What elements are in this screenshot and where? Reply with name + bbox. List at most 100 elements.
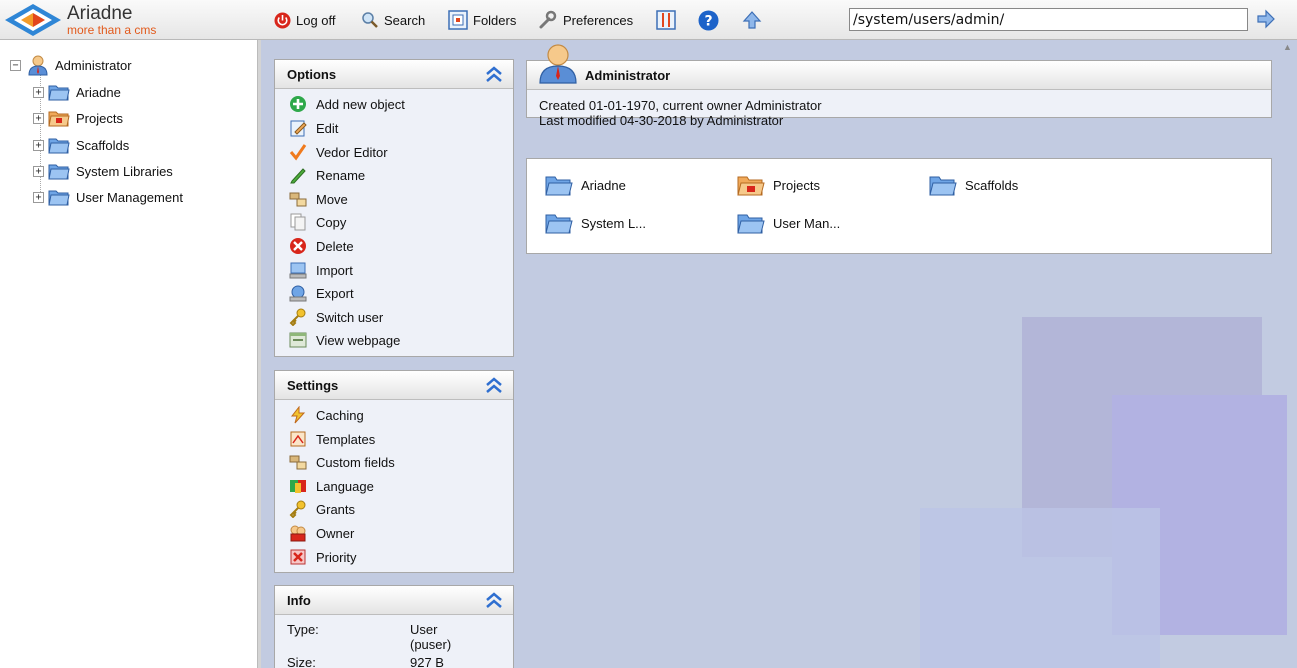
collapse-icon[interactable] xyxy=(485,376,503,394)
tree-item-user-management[interactable]: + User Management xyxy=(33,187,183,207)
import-button[interactable]: Import xyxy=(289,260,353,280)
tree-root[interactable]: − Administrator xyxy=(10,55,132,76)
menu-label: View webpage xyxy=(316,332,401,348)
address-input[interactable] xyxy=(849,8,1248,31)
projects-folder-icon xyxy=(48,111,70,127)
templates-button[interactable]: Templates xyxy=(289,429,375,449)
menu-label: Vedor Editor xyxy=(316,144,388,160)
custom-fields-button[interactable]: Custom fields xyxy=(289,452,395,472)
search-button[interactable]: Search xyxy=(361,9,425,31)
folder-icon xyxy=(929,176,957,196)
collapse-icon[interactable] xyxy=(485,591,503,609)
menu-label: Switch user xyxy=(316,309,384,325)
frames-button[interactable] xyxy=(656,9,676,31)
menu-label: Copy xyxy=(316,214,347,230)
scroll-up-arrow-icon[interactable]: ▲ xyxy=(1283,42,1295,54)
rename-button[interactable]: Rename xyxy=(289,165,365,185)
webpage-icon xyxy=(289,332,307,348)
switch-user-button[interactable]: Switch user xyxy=(289,307,383,327)
tree-item-label: System Libraries xyxy=(76,163,173,179)
move-button[interactable]: Move xyxy=(289,189,348,209)
expand-toggle[interactable]: + xyxy=(33,139,44,151)
expand-toggle[interactable]: + xyxy=(33,165,44,177)
tree-item-system-libraries[interactable]: + System Libraries xyxy=(33,161,173,181)
export-icon xyxy=(289,285,307,302)
export-button[interactable]: Export xyxy=(289,283,354,303)
view-webpage-button[interactable]: View webpage xyxy=(289,330,400,350)
vedor-editor-button[interactable]: Vedor Editor xyxy=(289,142,388,162)
object-modified: Last modified 04-30-2018 by Administrato… xyxy=(539,113,784,128)
info-title: Info xyxy=(287,592,311,608)
tree-item-projects[interactable]: + Projects xyxy=(33,108,123,128)
menu-label: Add new object xyxy=(316,96,405,112)
delete-button[interactable]: Delete xyxy=(289,236,354,256)
search-label: Search xyxy=(384,12,426,28)
language-button[interactable]: Language xyxy=(289,476,374,496)
tree-item-label: Projects xyxy=(76,110,123,126)
child-label: Ariadne xyxy=(581,177,626,193)
help-button[interactable]: ? xyxy=(698,9,719,31)
delete-icon xyxy=(290,238,306,254)
tree-item-scaffolds[interactable]: + Scaffolds xyxy=(33,135,129,155)
expand-toggle[interactable]: + xyxy=(33,112,44,124)
menu-label: Export xyxy=(316,285,354,301)
edit-button[interactable]: Edit xyxy=(289,118,338,138)
checkmark-icon xyxy=(289,144,307,161)
child-projects[interactable]: Projects xyxy=(737,172,820,198)
folder-icon xyxy=(48,190,70,206)
menu-label: Priority xyxy=(316,549,357,565)
options-title: Options xyxy=(287,66,337,82)
menu-label: Owner xyxy=(316,525,355,541)
collapse-icon[interactable] xyxy=(485,65,503,83)
arrow-up-icon xyxy=(742,11,762,29)
folders-button[interactable]: Folders xyxy=(448,9,516,31)
add-icon xyxy=(290,96,306,112)
expand-toggle[interactable]: + xyxy=(33,191,44,203)
menu-label: Edit xyxy=(316,120,339,136)
child-ariadne[interactable]: Ariadne xyxy=(545,172,626,198)
collapse-toggle[interactable]: − xyxy=(10,59,21,71)
child-system-libraries[interactable]: System L... xyxy=(545,210,646,236)
folder-icon xyxy=(48,138,70,154)
folder-icon xyxy=(737,214,765,234)
toolbar: Ariadne more than a cms Log off Search F… xyxy=(0,0,1297,40)
main-area: Options Add new object Edit Vedor Editor… xyxy=(261,40,1297,668)
settings-header: Settings xyxy=(275,371,513,400)
preferences-button[interactable]: Preferences xyxy=(538,9,633,31)
object-header: Administrator xyxy=(527,61,1271,90)
folder-icon xyxy=(545,214,573,234)
child-label: Scaffolds xyxy=(965,177,1019,193)
owner-button[interactable]: Owner xyxy=(289,523,354,543)
key-icon xyxy=(289,308,306,326)
settings-title: Settings xyxy=(287,377,339,393)
expand-toggle[interactable]: + xyxy=(33,86,44,98)
child-scaffolds[interactable]: Scaffolds xyxy=(929,172,1018,198)
info-panel: Info Type: User (puser) Size: 927 B xyxy=(274,585,514,668)
caching-button[interactable]: Caching xyxy=(289,405,364,425)
brand: Ariadne more than a cms xyxy=(67,4,156,37)
tree-item-label: Scaffolds xyxy=(76,137,130,153)
parent-button[interactable] xyxy=(742,9,762,31)
menu-label: Grants xyxy=(316,501,356,517)
ariadne-logo-icon xyxy=(5,4,61,36)
tree-item-label: Ariadne xyxy=(76,84,121,100)
add-object-button[interactable]: Add new object xyxy=(289,94,405,114)
copy-button[interactable]: Copy xyxy=(289,212,346,232)
custom-fields-icon xyxy=(289,455,307,470)
go-arrow-icon[interactable] xyxy=(1256,9,1276,29)
folders-label: Folders xyxy=(473,12,517,28)
info-size-label: Size: xyxy=(287,655,316,668)
tree-item-ariadne[interactable]: + Ariadne xyxy=(33,82,121,102)
child-user-management[interactable]: User Man... xyxy=(737,210,840,236)
background-decoration xyxy=(920,508,1160,668)
preferences-label: Preferences xyxy=(563,12,634,28)
menu-label: Rename xyxy=(316,167,366,183)
flag-icon xyxy=(290,480,306,493)
grants-button[interactable]: Grants xyxy=(289,499,355,519)
children-view: Ariadne Projects Scaffolds System L... U… xyxy=(526,158,1272,254)
info-size-value: 927 B xyxy=(410,655,444,668)
menu-label: Caching xyxy=(316,407,364,423)
folder-icon xyxy=(48,85,70,101)
logoff-button[interactable]: Log off xyxy=(274,9,336,31)
priority-button[interactable]: Priority xyxy=(289,547,356,567)
